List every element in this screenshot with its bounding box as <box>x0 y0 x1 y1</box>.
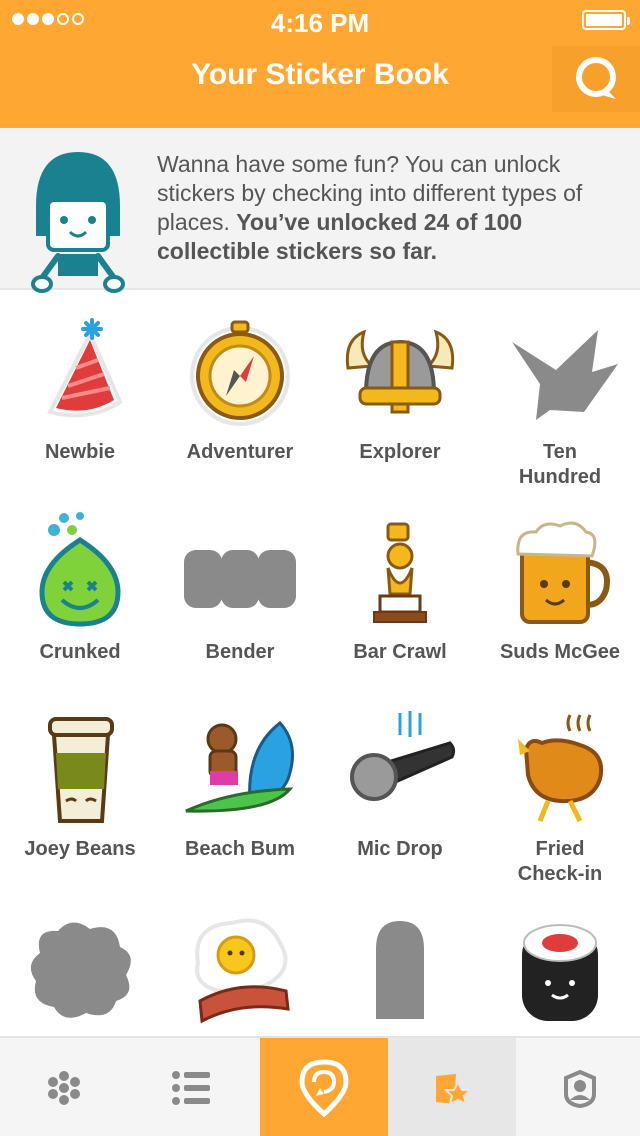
tab-profile[interactable] <box>516 1038 640 1136</box>
sticker-bar-crawl[interactable]: Bar Crawl <box>320 500 480 700</box>
sticker-ten-hundred[interactable]: Ten Hundred <box>480 300 640 500</box>
sticker-crunked[interactable]: Crunked <box>0 500 160 700</box>
sticker-label: Beach Bum <box>184 838 296 860</box>
sticker-label: Fried Check-in <box>517 838 603 885</box>
status-bar: 4:16 PM <box>0 0 640 40</box>
sticker-label: Adventurer <box>186 441 294 463</box>
locked-bullet-icon <box>376 921 424 1019</box>
microphone-icon <box>350 711 456 801</box>
sticker-label: Bender <box>205 641 275 663</box>
sticker-sushi[interactable] <box>480 897 640 1036</box>
sticker-label: Bar Crawl <box>353 641 447 663</box>
barrels-icon <box>184 550 296 608</box>
sticker-beach-bum[interactable]: Beach Bum <box>160 697 320 897</box>
viking-helmet-icon <box>345 329 455 414</box>
trophy-icon <box>373 522 427 623</box>
sticker-fried-check-in[interactable]: Fried Check-in <box>480 697 640 897</box>
sticker-label: Mic Drop <box>357 838 443 860</box>
mascot-icon <box>31 152 125 293</box>
sticker-newbie[interactable]: Newbie <box>0 300 160 500</box>
surfing-bear-icon <box>185 720 294 813</box>
coffee-cup-icon <box>48 717 114 823</box>
check-in-pin-icon <box>299 1059 349 1118</box>
beer-mug-icon <box>516 521 610 624</box>
search-bubble-icon <box>576 57 616 99</box>
intro-banner: Wanna have some fun? You can unlock stic… <box>0 128 640 293</box>
sticker-suds-mcgee[interactable]: Suds McGee <box>480 500 640 700</box>
locked-blob-icon <box>30 922 131 1018</box>
tab-list[interactable] <box>128 1038 256 1136</box>
intro-text: Wanna have some fun? You can unlock stic… <box>157 150 627 266</box>
check-in-button[interactable] <box>260 1038 388 1136</box>
list-icon <box>172 1071 210 1105</box>
fried-chicken-icon <box>518 714 603 823</box>
sticker-joey-beans[interactable]: Joey Beans <box>0 697 160 897</box>
green-drop-icon <box>39 512 121 627</box>
sticker-locked-2[interactable] <box>320 897 480 1036</box>
tab-explore[interactable] <box>0 1038 128 1136</box>
dots-grid-icon <box>48 1071 80 1105</box>
tab-bar <box>0 1036 640 1136</box>
sticker-mic-drop[interactable]: Mic Drop <box>320 697 480 897</box>
profile-icon <box>564 1069 596 1108</box>
sticker-locked[interactable] <box>0 897 160 1036</box>
top-bar: 4:16 PM Your Sticker Book <box>0 0 640 128</box>
stickers-icon <box>436 1074 473 1106</box>
party-hat-icon <box>47 318 123 418</box>
sticker-label: Newbie <box>44 441 116 463</box>
sticker-book-screen: 4:16 PM Your Sticker Book Wanna have som… <box>0 0 640 1136</box>
search-button[interactable] <box>552 46 640 112</box>
sticker-label: Ten Hundred <box>518 441 602 488</box>
sticker-label: Joey Beans <box>24 838 136 860</box>
sticker-adventurer[interactable]: Adventurer <box>160 300 320 500</box>
sticker-label: Suds McGee <box>499 641 621 663</box>
sticker-explorer[interactable]: Explorer <box>320 300 480 500</box>
sushi-roll-icon <box>522 924 598 1021</box>
sticker-egg-bacon[interactable] <box>160 897 320 1036</box>
page-title: Your Sticker Book <box>191 58 449 91</box>
sticker-label: Explorer <box>359 441 441 463</box>
sticker-label: Crunked <box>39 641 121 663</box>
battery-icon <box>582 10 630 30</box>
tab-stickers[interactable] <box>388 1038 516 1136</box>
sticker-grid: Newbie Adventurer Explorer Ten Hundred C… <box>0 300 640 1036</box>
egg-bacon-icon <box>195 918 290 1024</box>
status-time: 4:16 PM <box>270 8 370 38</box>
sticker-bender[interactable]: Bender <box>160 500 320 700</box>
paper-crane-icon <box>512 330 618 420</box>
compass-icon <box>190 320 290 426</box>
